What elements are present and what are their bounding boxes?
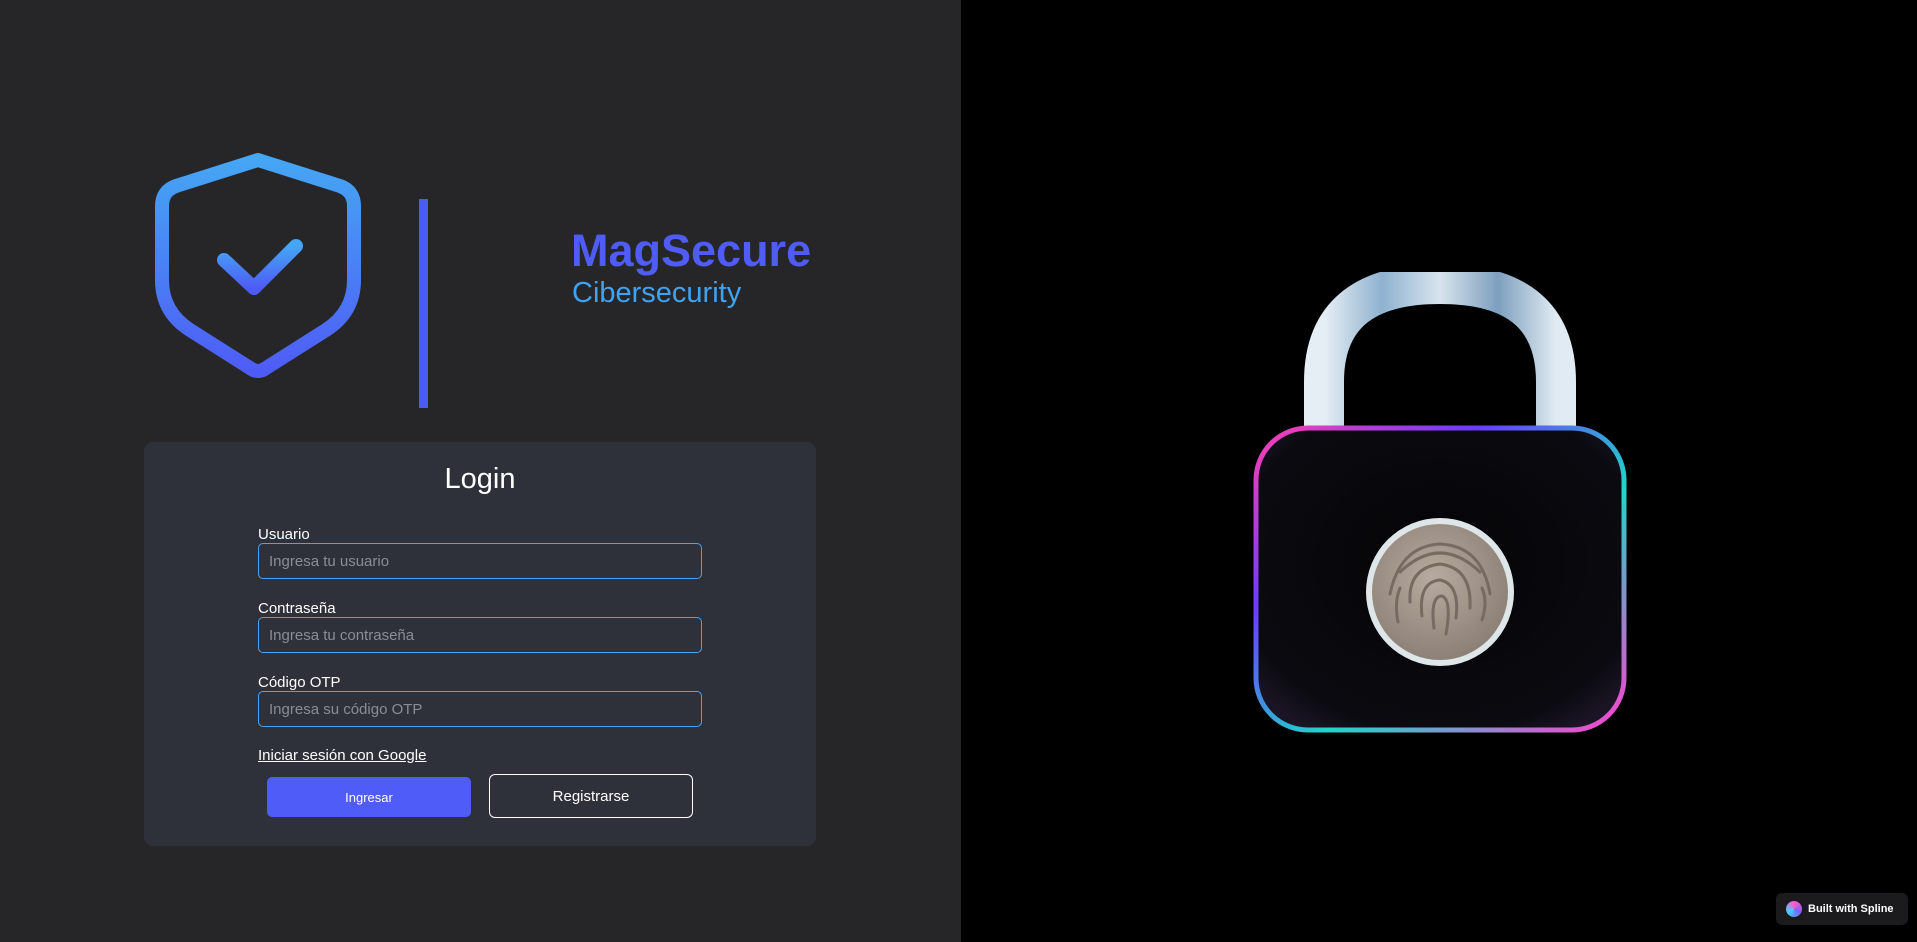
otp-label: Código OTP	[258, 674, 341, 691]
username-label: Usuario	[258, 526, 310, 543]
login-card: Login Usuario Contraseña Código OTP Inic…	[144, 442, 816, 846]
spline-badge-label: Built with Spline	[1808, 903, 1894, 915]
page: MagSecure Cibersecurity Login Usuario Co…	[0, 0, 1917, 942]
built-with-spline-badge[interactable]: Built with Spline	[1776, 893, 1908, 925]
padlock-fingerprint-icon	[1253, 272, 1627, 733]
login-title: Login	[444, 463, 516, 495]
register-button[interactable]: Registrarse	[489, 774, 693, 818]
shield-check-icon	[155, 153, 361, 378]
brand-tagline: Cibersecurity	[572, 277, 742, 309]
brand-divider	[419, 199, 428, 408]
username-input[interactable]	[258, 543, 702, 579]
brand-name: MagSecure	[571, 225, 812, 276]
otp-input[interactable]	[258, 691, 702, 727]
spline-logo-icon	[1786, 901, 1802, 917]
password-label: Contraseña	[258, 600, 336, 617]
submit-button[interactable]: Ingresar	[267, 777, 471, 817]
left-panel: MagSecure Cibersecurity Login Usuario Co…	[0, 0, 961, 942]
password-input[interactable]	[258, 617, 702, 653]
google-signin-link[interactable]: Iniciar sesión con Google	[258, 747, 426, 765]
right-panel: Built with Spline	[961, 0, 1917, 942]
